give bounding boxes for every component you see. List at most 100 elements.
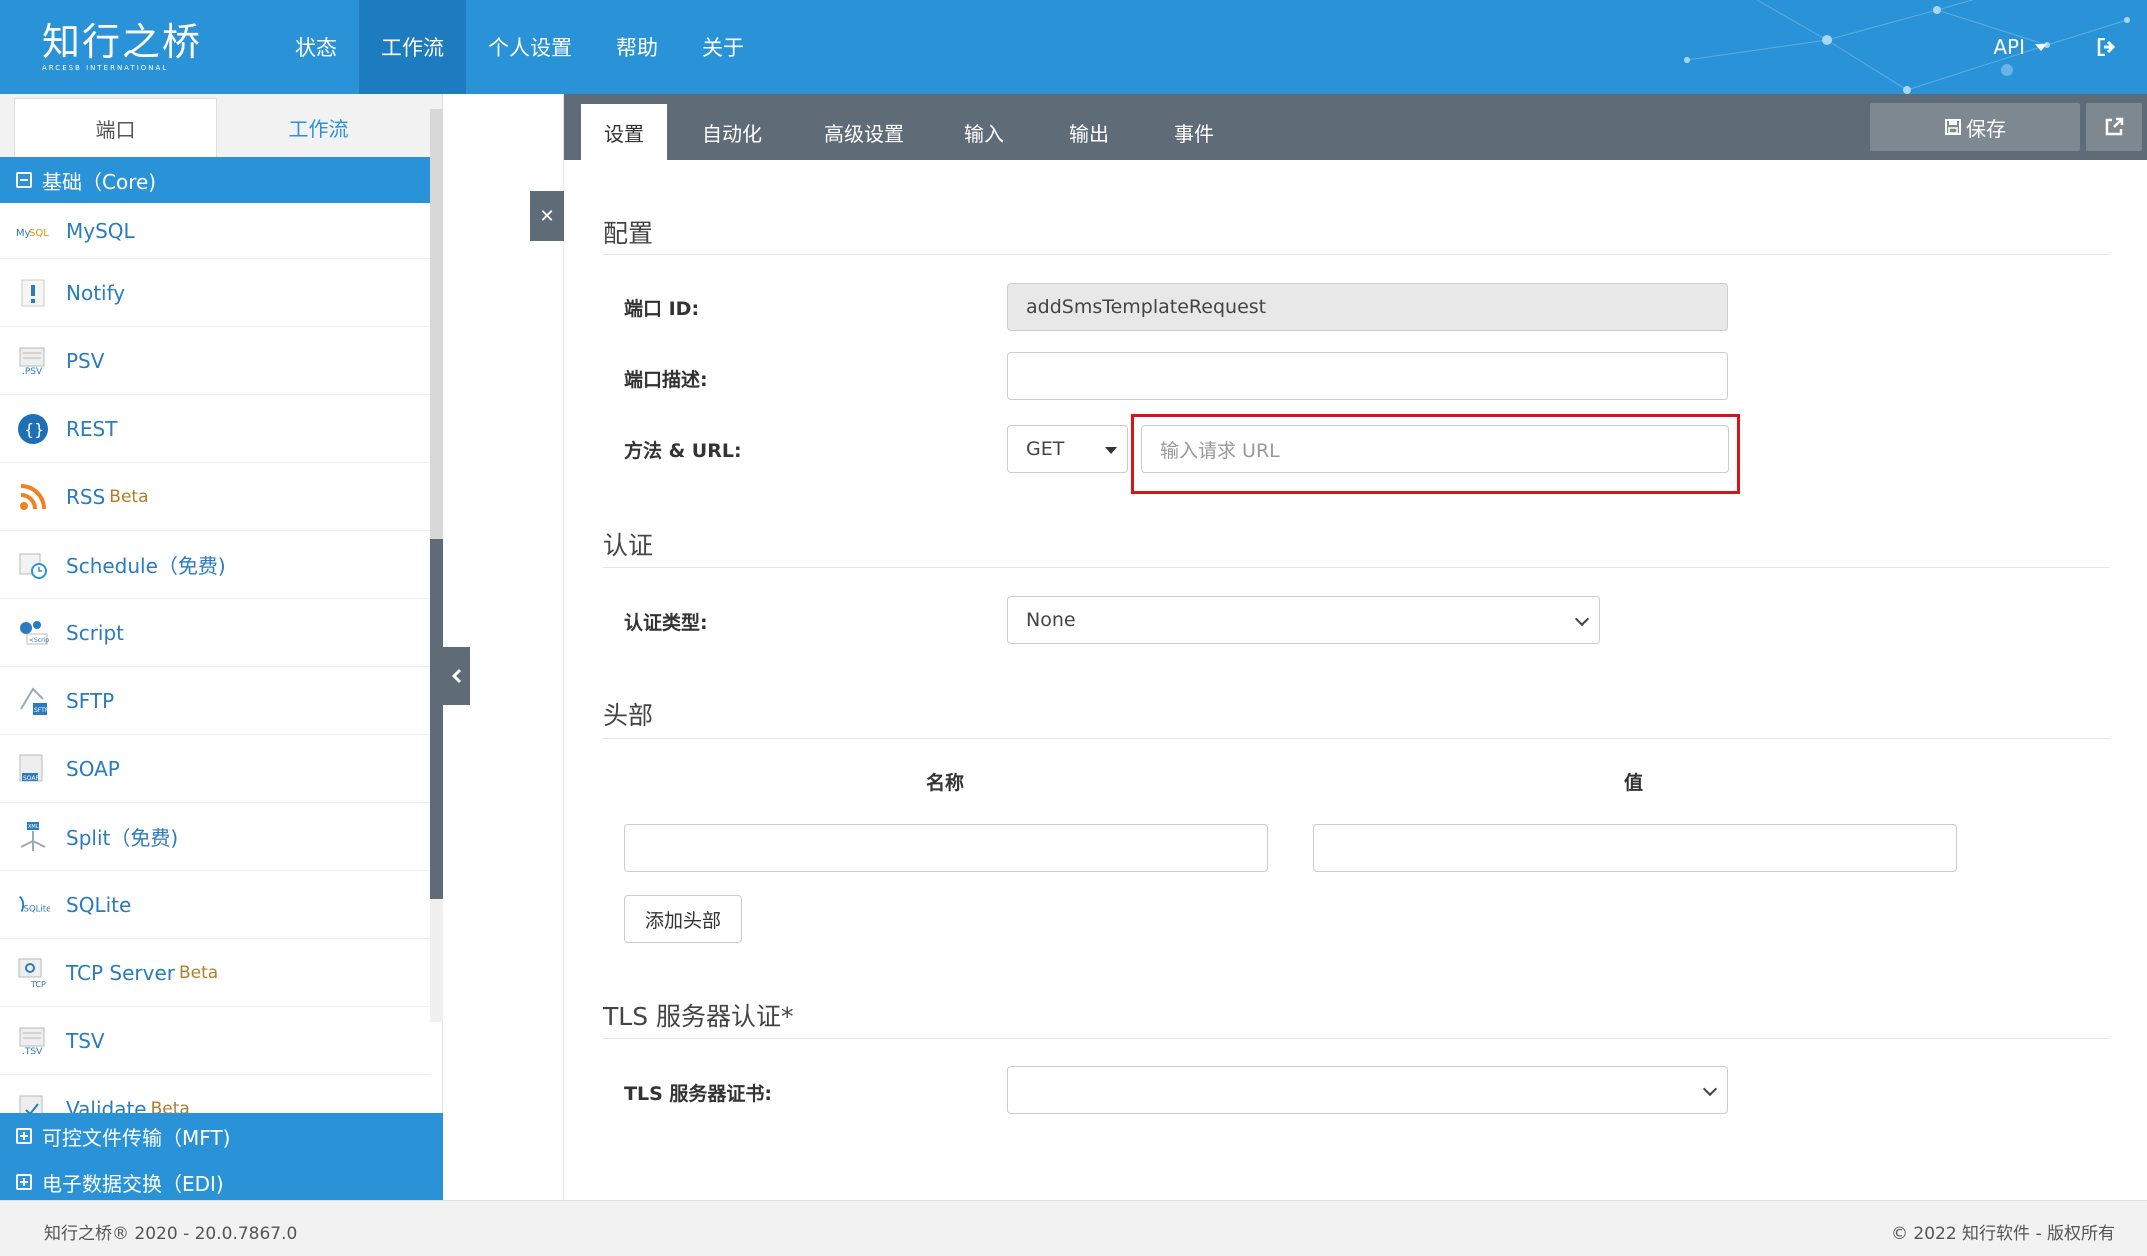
divider: [603, 738, 2110, 739]
port-item-label: RSS: [66, 484, 106, 509]
port-item-sqlite[interactable]: SQLite SQLite: [0, 871, 430, 939]
svg-text:{}: {}: [24, 420, 44, 439]
tab-settings[interactable]: 设置: [581, 104, 667, 160]
port-item-schedule[interactable]: Schedule（免费): [0, 531, 430, 599]
scrollbar-thumb[interactable]: [430, 539, 443, 899]
nav-workflow[interactable]: 工作流: [359, 0, 466, 94]
port-item-script[interactable]: <Script> Script: [0, 599, 430, 667]
beta-badge: Beta: [179, 962, 219, 983]
expand-plus-icon: [16, 1174, 32, 1190]
http-method-value: GET: [1026, 438, 1065, 460]
header-value-column: 值: [1624, 772, 1644, 794]
svg-text:XML: XML: [28, 824, 39, 830]
sidebar-tab-workflow[interactable]: 工作流: [217, 98, 420, 157]
group-edi[interactable]: 电子数据交换（EDI): [0, 1159, 443, 1205]
port-item-label: MySQL: [66, 218, 135, 243]
port-id-field: addSmsTemplateRequest: [1007, 283, 1728, 331]
port-description-textarea[interactable]: [1007, 352, 1728, 400]
nav-about[interactable]: 关于: [680, 0, 766, 94]
port-item-tsv[interactable]: .TSV TSV: [0, 1007, 430, 1075]
header-value-input[interactable]: [1313, 824, 1957, 872]
port-item-sftp[interactable]: SFTP SFTP: [0, 667, 430, 735]
open-external-button[interactable]: [2086, 103, 2142, 151]
port-item-notify[interactable]: Notify: [0, 259, 430, 327]
section-tls-title: TLS 服务器认证*: [603, 1002, 794, 1031]
save-button[interactable]: 保存: [1870, 103, 2080, 151]
sidebar-scrollbar[interactable]: [430, 109, 443, 1022]
tab-events[interactable]: 事件: [1154, 104, 1234, 160]
auth-type-value: None: [1026, 609, 1076, 631]
divider: [603, 1038, 2110, 1039]
svg-text:SOAP: SOAP: [23, 775, 40, 782]
svg-text:SQL: SQL: [29, 228, 49, 239]
auth-type-label: 认证类型:: [624, 612, 708, 634]
port-item-soap[interactable]: SOAP SOAP: [0, 735, 430, 803]
method-url-label: 方法 & URL:: [624, 440, 742, 462]
tls-cert-select[interactable]: [1007, 1066, 1728, 1114]
section-headers-title: 头部: [603, 701, 654, 730]
port-item-rss[interactable]: RSS Beta: [0, 463, 430, 531]
close-panel-button[interactable]: ✕: [530, 191, 564, 241]
tab-output[interactable]: 输出: [1049, 104, 1129, 160]
collapse-sidebar-button[interactable]: [443, 647, 470, 705]
settings-tab-bar: 设置 自动化 高级设置 输入 输出 事件 保存: [564, 94, 2147, 160]
svg-text:.TSV: .TSV: [22, 1047, 43, 1056]
svg-text:SFTP: SFTP: [34, 707, 49, 714]
external-link-icon: [2105, 117, 2124, 136]
scrollbar-track-upper: [430, 109, 443, 539]
port-item-label: Split（免费): [66, 826, 179, 850]
svg-text:SQLite: SQLite: [24, 904, 50, 914]
port-item-label: Schedule（免费): [66, 554, 226, 578]
sftp-icon: SFTP: [16, 684, 50, 718]
split-icon: XML: [16, 820, 50, 854]
url-highlight-box: [1131, 414, 1740, 494]
port-item-mysql[interactable]: My SQL MySQL: [0, 203, 430, 259]
port-item-label: TSV: [66, 1028, 105, 1053]
sidebar: 端口 工作流 基础（Core) My SQL MySQL Notify .PSV …: [0, 94, 443, 1200]
tcp-server-icon: TCP: [16, 956, 50, 990]
add-header-button[interactable]: 添加头部: [624, 895, 742, 943]
psv-file-icon: .PSV: [16, 344, 50, 378]
sqlite-icon: SQLite: [16, 888, 50, 922]
footer-copyright: © 2022 知行软件 - 版权所有: [1890, 1224, 2115, 1244]
port-item-split[interactable]: XML Split（免费): [0, 803, 430, 871]
section-config-title: 配置: [603, 219, 654, 248]
caret-down-icon: [2035, 43, 2047, 51]
tab-automation[interactable]: 自动化: [682, 104, 782, 160]
rss-icon: [16, 480, 50, 514]
tab-input[interactable]: 输入: [944, 104, 1024, 160]
port-item-tcp-server[interactable]: TCP TCP Server Beta: [0, 939, 430, 1007]
tls-cert-label: TLS 服务器证书:: [624, 1083, 772, 1105]
group-mft-label: 可控文件传输（MFT): [42, 1125, 231, 1150]
header-name-input[interactable]: [624, 824, 1268, 872]
tab-advanced-settings[interactable]: 高级设置: [804, 104, 924, 160]
brand-logo[interactable]: 知行之桥 ARCESB INTERNATIONAL: [42, 22, 202, 72]
api-menu[interactable]: API: [1993, 35, 2047, 59]
port-item-psv[interactable]: .PSV PSV: [0, 327, 430, 395]
http-method-select[interactable]: GET: [1007, 425, 1128, 473]
group-mft[interactable]: 可控文件传输（MFT): [0, 1113, 443, 1159]
sidebar-tab-ports[interactable]: 端口: [14, 98, 217, 157]
nav-help[interactable]: 帮助: [594, 0, 680, 94]
chevron-down-icon: [1574, 611, 1590, 627]
footer-version: 知行之桥® 2020 - 20.0.7867.0: [44, 1224, 298, 1244]
close-icon: ✕: [539, 205, 555, 227]
group-core[interactable]: 基础（Core): [0, 157, 442, 203]
save-label: 保存: [1966, 116, 2006, 141]
port-item-rest[interactable]: {} REST: [0, 395, 430, 463]
nav-status[interactable]: 状态: [273, 0, 359, 94]
brand-name: 知行之桥: [42, 20, 203, 64]
api-label: API: [1993, 35, 2025, 59]
group-edi-label: 电子数据交换（EDI): [42, 1171, 224, 1196]
brand-subtitle: ARCESB INTERNATIONAL: [42, 64, 169, 72]
port-item-label: TCP Server: [66, 960, 176, 985]
nav-personal-settings[interactable]: 个人设置: [466, 0, 594, 94]
auth-type-select[interactable]: None: [1007, 596, 1600, 644]
port-item-label: SOAP: [66, 756, 120, 781]
svg-text:TCP: TCP: [30, 980, 46, 989]
floppy-disk-icon: [1945, 119, 1961, 135]
port-item-validate[interactable]: Validate Beta: [0, 1075, 430, 1116]
sign-out-icon[interactable]: [2097, 38, 2117, 56]
tsv-file-icon: .TSV: [16, 1024, 50, 1058]
svg-text:<Script>: <Script>: [29, 637, 49, 644]
